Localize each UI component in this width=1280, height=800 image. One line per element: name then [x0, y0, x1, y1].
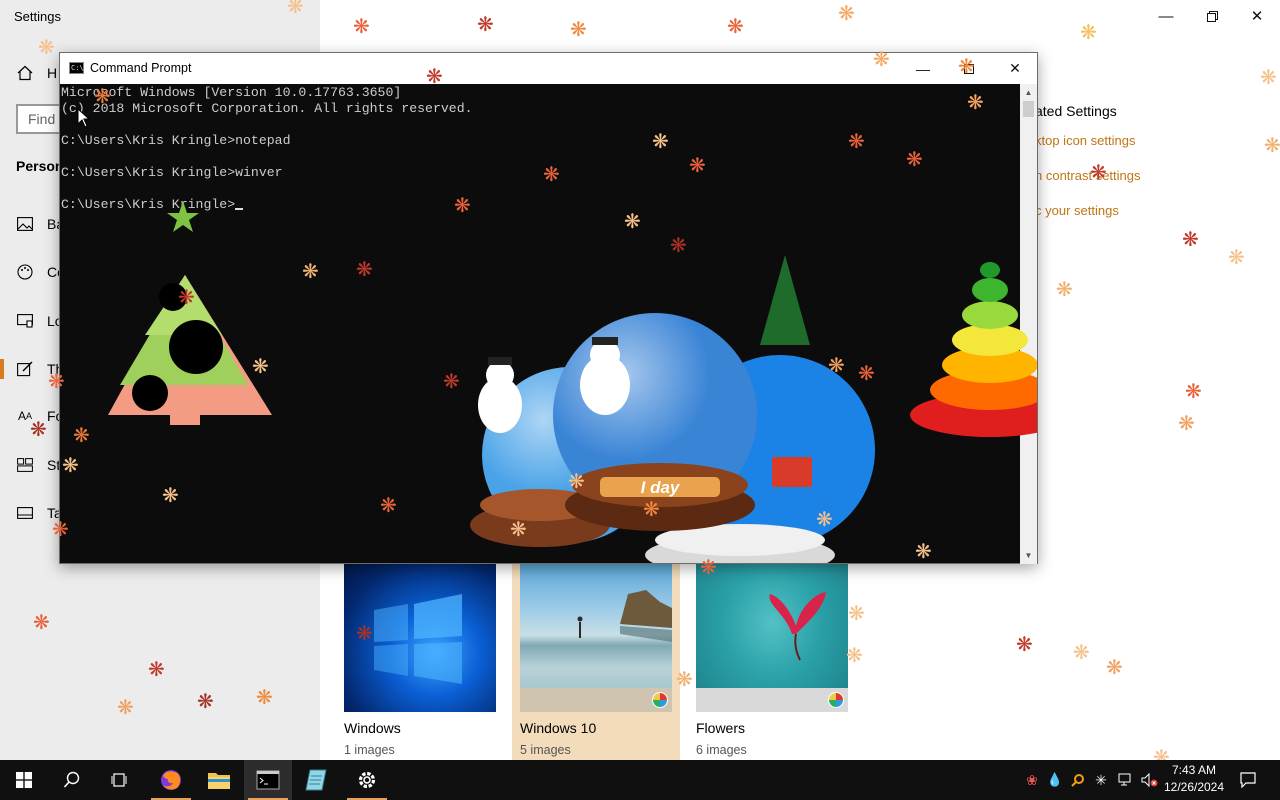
color-badge-icon: [652, 692, 668, 708]
cmd-maximize-button[interactable]: [946, 53, 992, 84]
theme-thumbnail: [696, 564, 848, 712]
start-icon: [16, 456, 34, 474]
scroll-thumb[interactable]: [1023, 101, 1034, 117]
task-view-icon: [111, 773, 127, 787]
related-settings: ated Settings ktop icon settings h contr…: [1035, 103, 1141, 238]
taskbar: ❀ 💧 ✳ 7:43 AM 12/26/2024: [0, 760, 1280, 800]
color-badge-icon: [828, 692, 844, 708]
theme-thumbnail: [344, 564, 496, 712]
volume-muted-icon[interactable]: [1138, 760, 1162, 800]
theme-name: Flowers: [696, 720, 746, 736]
clock-date: 12/26/2024: [1163, 780, 1225, 794]
console-prompt-line: C:\Users\Kris Kringle>: [61, 197, 1020, 213]
selected-indicator: [0, 359, 4, 379]
cmd-titlebar[interactable]: C:\ Command Prompt — ✕: [60, 53, 1037, 84]
start-icon: [16, 772, 32, 788]
tray-snowflake-icon[interactable]: ✳: [1089, 760, 1113, 800]
section-heading: Person: [16, 158, 64, 174]
command-prompt-icon: C:\: [69, 62, 84, 74]
sidebar-item-label: H: [47, 65, 58, 81]
scroll-up-arrow-icon[interactable]: ▲: [1020, 84, 1037, 101]
search-button[interactable]: [48, 760, 96, 800]
restore-button[interactable]: [1189, 0, 1235, 32]
settings-app-title: Settings: [14, 9, 61, 24]
theme-thumbnail: [520, 564, 672, 712]
console-line: C:\Users\Kris Kringle>notepad: [61, 133, 291, 148]
firefox-icon: [161, 770, 181, 790]
link-sync-settings[interactable]: c your settings: [1035, 203, 1141, 218]
image-icon: [16, 215, 34, 233]
theme-card-flowers[interactable]: Flowers 6 images: [696, 564, 848, 757]
link-high-contrast-settings[interactable]: h contrast settings: [1035, 168, 1141, 183]
palette-icon: [16, 263, 34, 281]
console-prompt: C:\Users\Kris Kringle>: [61, 197, 236, 212]
settings-icon: [358, 771, 376, 789]
text-cursor: [235, 208, 244, 210]
tray-app-icon[interactable]: ❀: [1020, 760, 1044, 800]
start-button[interactable]: [0, 760, 48, 800]
theme-name: Windows: [344, 720, 401, 736]
link-desktop-icon-settings[interactable]: ktop icon settings: [1035, 133, 1141, 148]
console-output[interactable]: Microsoft Windows [Version 10.0.17763.36…: [60, 84, 1020, 564]
cmd-minimize-button[interactable]: —: [900, 53, 946, 84]
notifications-icon: [1240, 772, 1256, 788]
tray-search-icon[interactable]: [1066, 760, 1090, 800]
command-prompt-icon: [256, 770, 280, 790]
taskbar-firefox[interactable]: [147, 760, 195, 800]
close-button[interactable]: ✕: [1234, 0, 1280, 32]
console-line: Microsoft Windows [Version 10.0.17763.36…: [61, 85, 402, 100]
tray-drop-icon[interactable]: 💧: [1043, 760, 1067, 800]
command-prompt-window[interactable]: C:\ Command Prompt — ✕ Microsoft Windows…: [59, 52, 1038, 564]
theme-count: 1 images: [344, 743, 395, 757]
notepad-icon: [305, 769, 327, 791]
console-line: C:\Users\Kris Kringle>winver: [61, 165, 283, 180]
notifications-button[interactable]: [1236, 760, 1260, 800]
themes-icon: [16, 360, 34, 378]
theme-count: 6 images: [696, 743, 747, 757]
mouse-pointer-icon: [77, 108, 91, 128]
scroll-down-arrow-icon[interactable]: ▼: [1020, 547, 1037, 564]
home-icon: [16, 64, 34, 82]
fonts-icon: AA: [17, 409, 33, 423]
console-line: (c) 2018 Microsoft Corporation. All righ…: [61, 101, 473, 116]
theme-card-windows-10[interactable]: Windows 10 5 images: [520, 564, 672, 757]
file-explorer-icon: [208, 773, 230, 789]
clock-time: 7:43 AM: [1171, 763, 1217, 777]
find-placeholder: Find: [28, 111, 56, 127]
theme-count: 5 images: [520, 743, 571, 757]
minimize-button[interactable]: —: [1143, 0, 1189, 32]
taskbar-icon: [16, 504, 34, 522]
vertical-scrollbar[interactable]: ▲ ▼: [1020, 84, 1037, 564]
system-clock[interactable]: 7:43 AM 12/26/2024: [1160, 762, 1228, 796]
theme-card-windows[interactable]: Windows 1 images: [344, 564, 496, 757]
cmd-title: Command Prompt: [90, 61, 192, 75]
taskbar-command-prompt[interactable]: [244, 760, 292, 800]
taskbar-file-explorer[interactable]: [195, 760, 243, 800]
related-settings-title: ated Settings: [1035, 103, 1117, 119]
search-icon: [63, 771, 80, 788]
network-icon[interactable]: [1114, 760, 1138, 800]
taskbar-notepad[interactable]: [292, 760, 340, 800]
cmd-close-button[interactable]: ✕: [992, 53, 1038, 84]
task-view-button[interactable]: [96, 760, 144, 800]
taskbar-settings[interactable]: [343, 760, 391, 800]
theme-name: Windows 10: [520, 720, 597, 736]
lock-screen-icon: [16, 312, 34, 330]
